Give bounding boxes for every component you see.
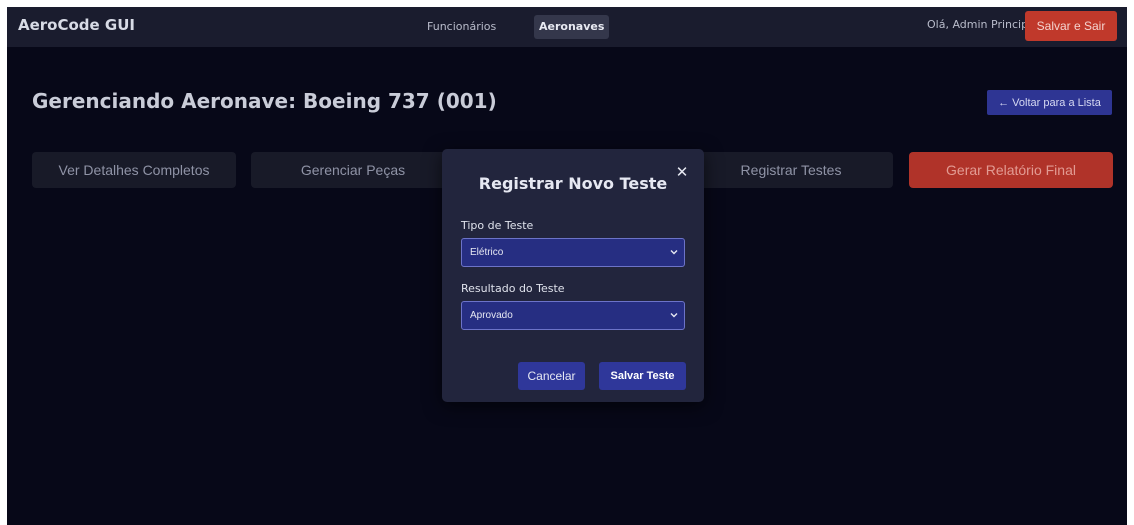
nav-link-aeronaves[interactable]: Aeronaves xyxy=(534,15,610,39)
app-brand: AeroCode GUI xyxy=(18,16,136,34)
user-greeting: Olá, Admin Principal xyxy=(927,18,1038,31)
navbar: AeroCode GUI Funcionários Aeronaves Olá,… xyxy=(7,7,1127,47)
save-test-button[interactable]: Salvar Teste xyxy=(599,362,686,390)
manage-parts-button[interactable]: Gerenciar Peças xyxy=(251,152,455,188)
nav-link-funcionarios[interactable]: Funcionários xyxy=(422,15,501,39)
test-type-value: Elétrico xyxy=(470,247,504,258)
test-result-value: Aprovado xyxy=(470,310,513,321)
register-test-modal: Registrar Novo Teste ✕ Tipo de Teste Elé… xyxy=(442,149,704,402)
cancel-button[interactable]: Cancelar xyxy=(518,362,585,390)
view-details-button[interactable]: Ver Detalhes Completos xyxy=(32,152,236,188)
save-and-exit-button[interactable]: Salvar e Sair xyxy=(1025,11,1117,41)
chevron-down-icon xyxy=(670,313,678,318)
test-type-label: Tipo de Teste xyxy=(461,219,534,232)
app-window: AeroCode GUI Funcionários Aeronaves Olá,… xyxy=(7,7,1127,525)
generate-final-report-button[interactable]: Gerar Relatório Final xyxy=(909,152,1113,188)
test-type-select[interactable]: Elétrico xyxy=(461,238,685,267)
page-title: Gerenciando Aeronave: Boeing 737 (001) xyxy=(32,89,497,113)
back-to-list-button[interactable]: ← Voltar para a Lista xyxy=(987,90,1112,115)
chevron-down-icon xyxy=(670,250,678,255)
test-result-label: Resultado do Teste xyxy=(461,282,565,295)
register-tests-button[interactable]: Registrar Testes xyxy=(689,152,893,188)
close-icon[interactable]: ✕ xyxy=(674,163,690,181)
test-result-select[interactable]: Aprovado xyxy=(461,301,685,330)
modal-title: Registrar Novo Teste xyxy=(478,174,668,193)
